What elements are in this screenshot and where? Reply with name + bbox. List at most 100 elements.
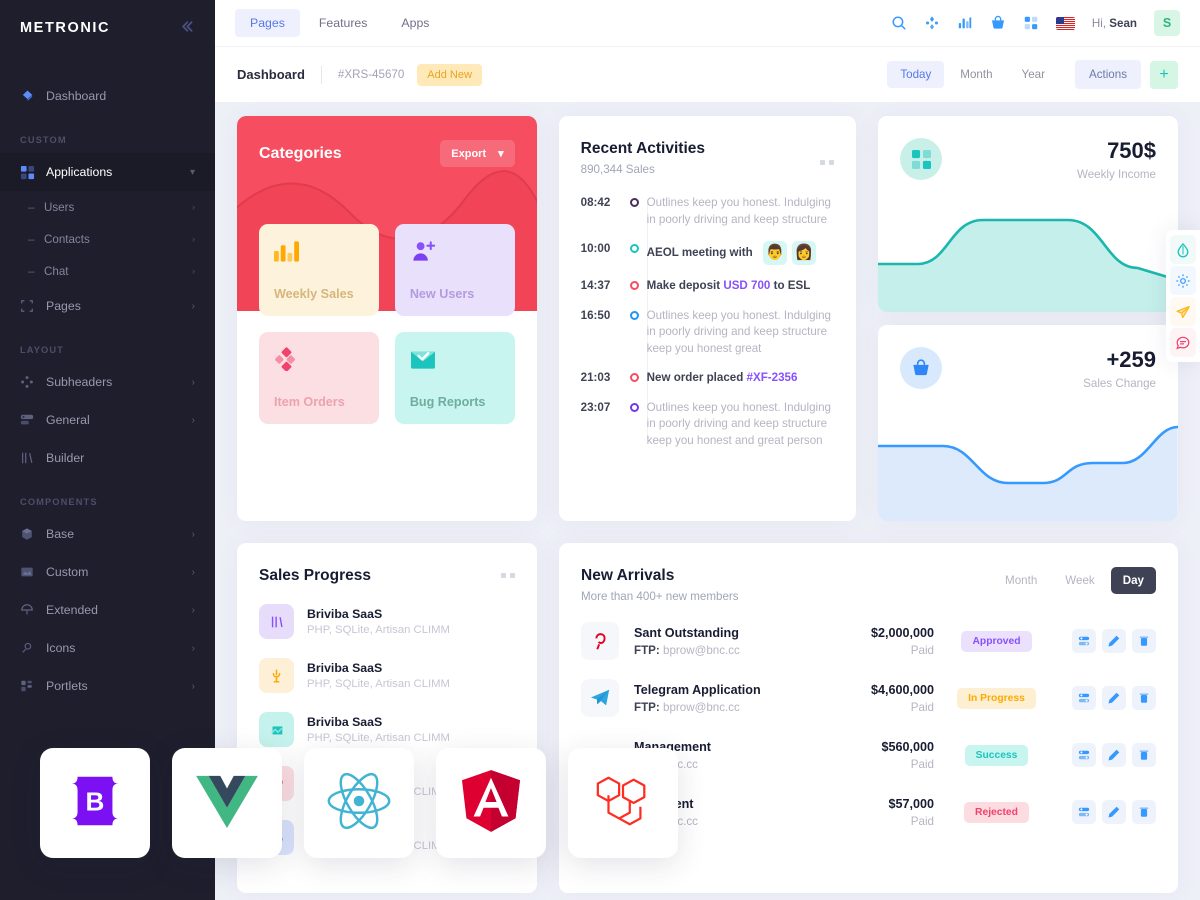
row-sub: FTP: bprow@bnc.cc: [634, 701, 819, 714]
grid-icon[interactable]: [1023, 15, 1039, 31]
stat-value: 750$: [1107, 138, 1157, 163]
avatar[interactable]: S: [1154, 10, 1180, 36]
range-month[interactable]: Month: [993, 567, 1049, 594]
timeline-time: 10:00: [580, 242, 611, 255]
react-logo-card[interactable]: [304, 748, 414, 858]
new-arrivals-title: New Arrivals: [581, 567, 675, 584]
list-item-text: Briviba SaaS PHP, SQLite, Artisan CLIMM: [307, 715, 450, 744]
plus-icon[interactable]: +: [1150, 60, 1178, 89]
settings-icon[interactable]: [1072, 686, 1096, 710]
row-sub: FTP: bprow@bnc.cc: [634, 644, 819, 657]
status-badge-wrap: Success: [934, 744, 1059, 766]
sidebar-nav: Dashboard CUSTOM Applications ▾ – Users …: [0, 55, 215, 705]
greeting-text: Hi, Sean: [1092, 17, 1137, 30]
sidebar-item-subheaders[interactable]: Subheaders ›: [0, 363, 215, 401]
delete-icon[interactable]: [1132, 743, 1156, 767]
row-price: $560,000: [881, 739, 934, 754]
new-arrivals-header: New Arrivals More than 400+ new members …: [581, 567, 1156, 603]
categories-title: Categories: [259, 144, 342, 162]
chat-icon[interactable]: [1170, 328, 1196, 357]
sidebar-item-pages[interactable]: Pages ›: [0, 287, 215, 325]
list-item[interactable]: Briviba SaaS PHP, SQLite, Artisan CLIMM: [259, 604, 515, 639]
settings-icon[interactable]: [1072, 800, 1096, 824]
tab-features[interactable]: Features: [304, 9, 383, 37]
screen-icon: [259, 712, 294, 747]
settings-icon[interactable]: [1072, 629, 1096, 653]
sidebar-item-portlets[interactable]: Portlets ›: [0, 667, 215, 705]
chevron-right-icon: ›: [191, 528, 195, 540]
user-plus-icon: [410, 239, 500, 268]
delete-icon[interactable]: [1132, 686, 1156, 710]
edit-icon[interactable]: [1102, 686, 1126, 710]
sidebar-item-applications[interactable]: Applications ▾: [0, 153, 215, 191]
new-arrivals-titles: New Arrivals More than 400+ new members: [581, 567, 739, 603]
settings-icon[interactable]: [1072, 743, 1096, 767]
list-item[interactable]: Briviba SaaS PHP, SQLite, Artisan CLIMM: [259, 712, 515, 747]
tile-bug-reports[interactable]: Bug Reports: [394, 332, 515, 424]
send-icon[interactable]: [1170, 297, 1196, 326]
range-today[interactable]: Today: [887, 61, 945, 88]
item-desc: PHP, SQLite, Artisan CLIMM: [307, 732, 450, 744]
timeline-dot: [623, 308, 647, 358]
us-flag-icon[interactable]: [1055, 16, 1075, 30]
delete-icon[interactable]: [1132, 629, 1156, 653]
tile-label: Bug Reports: [409, 395, 486, 409]
bar-chart-icon[interactable]: [957, 15, 973, 31]
edit-icon[interactable]: [1102, 800, 1126, 824]
item-name: Briviba SaaS: [307, 607, 383, 621]
actions-button[interactable]: Actions: [1074, 60, 1141, 89]
range-year[interactable]: Year: [1009, 61, 1058, 88]
sidebar-item-builder[interactable]: Builder: [0, 439, 215, 477]
row-actions: [1072, 686, 1156, 710]
timeline-dot: [623, 195, 647, 228]
row-amount: $4,600,000 Paid: [819, 683, 934, 714]
edit-icon[interactable]: [1102, 629, 1126, 653]
tile-weekly-sales[interactable]: Weekly Sales: [259, 224, 379, 316]
chevron-double-left-icon[interactable]: [178, 18, 195, 38]
sidebar-item-base[interactable]: Base ›: [0, 515, 215, 553]
bootstrap-logo-card[interactable]: B: [40, 748, 150, 858]
dash-icon: –: [28, 264, 35, 278]
weekly-income-chart: [878, 218, 1179, 312]
notification-icon[interactable]: [924, 15, 940, 31]
sidebar-item-contacts[interactable]: – Contacts ›: [0, 223, 215, 255]
weekly-income-values: 750$ Weekly Income: [1077, 138, 1156, 181]
sidebar-item-extended[interactable]: Extended ›: [0, 591, 215, 629]
export-button[interactable]: Export ▾: [440, 140, 515, 167]
laravel-logo-card[interactable]: [568, 748, 678, 858]
ftp-label: FTP:: [634, 643, 660, 657]
row-paid: Paid: [910, 700, 934, 714]
row-info: Sant Outstanding FTP: bprow@bnc.cc: [634, 626, 819, 657]
add-new-button[interactable]: Add New: [417, 63, 482, 86]
timeline-item: 14:37 Make deposit USD 700 to ESL: [581, 278, 835, 295]
vue-logo-card[interactable]: [172, 748, 282, 858]
header-tabs: Pages Features Apps: [235, 9, 444, 37]
sidebar-item-icons[interactable]: Icons ›: [0, 629, 215, 667]
sidebar-item-chat[interactable]: – Chat ›: [0, 255, 215, 287]
angular-logo-card[interactable]: [436, 748, 546, 858]
sidebar-item-custom[interactable]: Custom ›: [0, 553, 215, 591]
chevron-right-icon: ›: [191, 376, 195, 388]
range-day[interactable]: Day: [1110, 567, 1156, 594]
dots-icon[interactable]: [820, 160, 835, 165]
sidebar-item-general[interactable]: General ›: [0, 401, 215, 439]
tile-item-orders[interactable]: Item Orders: [259, 332, 379, 424]
tab-apps[interactable]: Apps: [386, 9, 444, 37]
range-week[interactable]: Week: [1053, 567, 1106, 594]
sidebar-section-custom: CUSTOM: [20, 135, 67, 145]
droplet-icon[interactable]: [1170, 235, 1196, 264]
search-icon[interactable]: [891, 15, 907, 31]
list-item[interactable]: Briviba SaaS PHP, SQLite, Artisan CLIMM: [259, 658, 515, 693]
sidebar-item-users[interactable]: – Users ›: [0, 191, 215, 223]
dots-icon[interactable]: [501, 573, 515, 578]
tab-pages[interactable]: Pages: [235, 9, 300, 37]
tile-new-users[interactable]: New Users: [394, 224, 515, 316]
layout-icon: [20, 679, 46, 693]
sidebar-item-dashboard[interactable]: Dashboard: [0, 77, 215, 115]
sidebar-section-layout: LAYOUT: [20, 345, 64, 355]
range-month[interactable]: Month: [947, 61, 1005, 88]
edit-icon[interactable]: [1102, 743, 1126, 767]
cart-icon[interactable]: [990, 15, 1006, 31]
gear-icon[interactable]: [1170, 266, 1196, 295]
delete-icon[interactable]: [1132, 800, 1156, 824]
